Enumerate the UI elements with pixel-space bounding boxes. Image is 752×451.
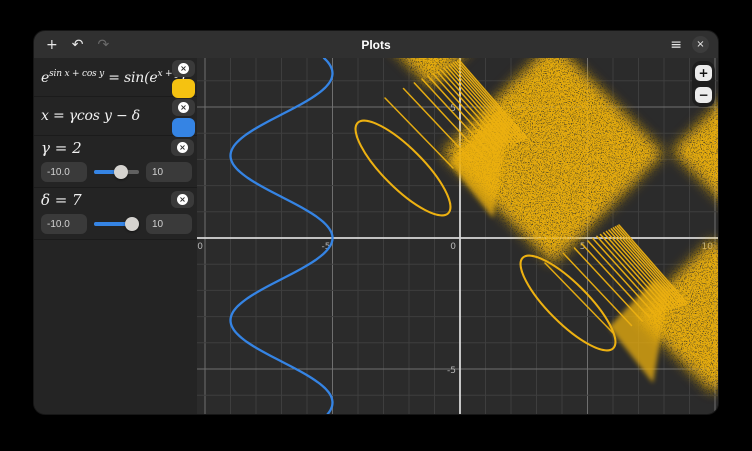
gamma-min-input[interactable] [41,162,87,182]
gamma-label: γ = 2 [41,139,82,157]
parameter-row-delta: δ = 7 × [34,188,197,240]
redo-icon[interactable]: ↷ [97,38,109,52]
gamma-slider[interactable] [94,163,139,181]
remove-gamma-button[interactable]: × [171,139,194,156]
slider-knob[interactable] [114,165,128,179]
window-title: Plots [34,38,718,52]
delta-slider[interactable] [94,215,139,233]
formula-1-controls: × [172,60,195,98]
formula-2-text: x = γcos y − δ [41,108,140,124]
window-close-button[interactable]: × [692,36,709,53]
zoom-controls: + − [692,61,715,107]
parameter-row-gamma: γ = 2 × [34,136,197,188]
formula-1-color-swatch[interactable] [172,79,195,98]
headerbar: + ↶ ↷ Plots ≡ × [34,31,718,59]
zoom-out-button[interactable]: − [695,87,712,103]
remove-circle-icon: × [177,142,188,153]
menu-icon[interactable]: ≡ [670,38,682,52]
add-equation-button[interactable]: + [46,38,58,52]
remove-formula-1-button[interactable]: × [172,60,195,77]
sidebar-empty-area [34,240,197,414]
formula-1-text: esin x + cos y = sin(ex + y) [41,69,185,86]
remove-circle-icon: × [178,102,189,113]
plots-window: + ↶ ↷ Plots ≡ × esin x + cos y = sin(ex … [33,30,719,415]
window-content: esin x + cos y = sin(ex + y) × x = γcos … [34,58,718,414]
plot-canvas[interactable]: -10-55105-50 [197,58,719,415]
delta-label: δ = 7 [41,191,82,209]
slider-knob[interactable] [125,217,139,231]
delta-max-input[interactable] [146,214,192,234]
sidebar: esin x + cos y = sin(ex + y) × x = γcos … [34,58,197,414]
svg-text:-10: -10 [197,242,203,252]
formula-row-1[interactable]: esin x + cos y = sin(ex + y) × [34,58,197,97]
headerbar-right-controls: ≡ × [670,36,718,53]
remove-delta-button[interactable]: × [171,191,194,208]
undo-icon[interactable]: ↶ [72,38,84,52]
delta-min-input[interactable] [41,214,87,234]
svg-text:-5: -5 [447,366,456,376]
formula-row-2[interactable]: x = γcos y − δ × [34,97,197,136]
remove-circle-icon: × [178,63,189,74]
plot-area: -10-55105-50 + − [197,58,718,414]
gamma-max-input[interactable] [146,162,192,182]
desktop-background: + ↶ ↷ Plots ≡ × esin x + cos y = sin(ex … [0,0,752,451]
headerbar-left-controls: + ↶ ↷ [34,38,109,52]
formula-2-controls: × [172,99,195,137]
svg-text:0: 0 [450,242,456,252]
remove-formula-2-button[interactable]: × [172,99,195,116]
remove-circle-icon: × [177,194,188,205]
formula-2-color-swatch[interactable] [172,118,195,137]
zoom-in-button[interactable]: + [695,65,712,81]
